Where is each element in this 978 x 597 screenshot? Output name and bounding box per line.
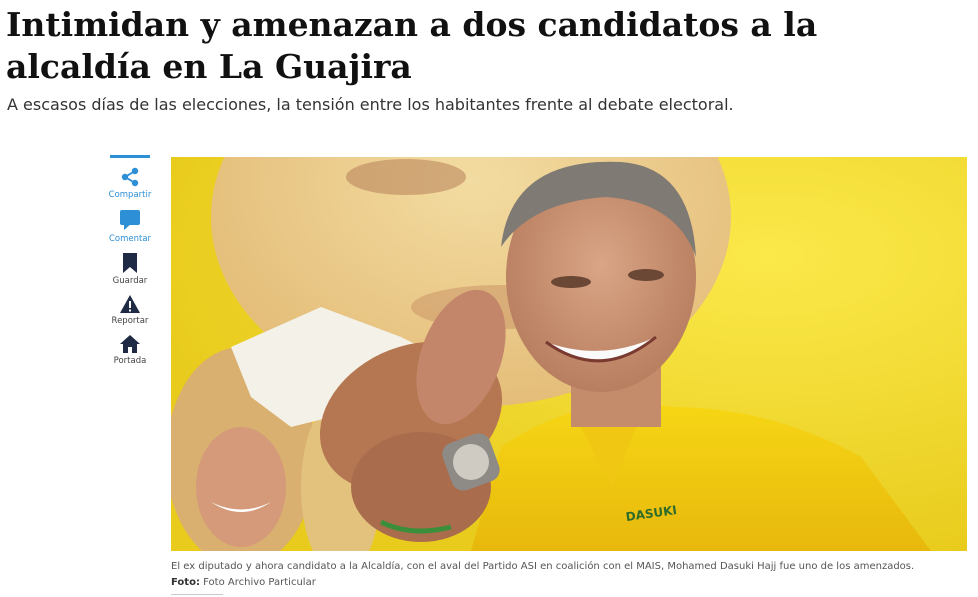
home-label: Portada [113,356,147,366]
comment-icon [120,210,140,230]
comment-button[interactable]: Comentar [108,208,152,244]
share-button[interactable]: Compartir [108,166,152,200]
article-photo: DASUKI [171,157,967,551]
save-label: Guardar [112,276,148,286]
photo-caption: El ex diputado y ahora candidato a la Al… [171,559,971,591]
warning-icon [120,295,140,313]
bookmark-icon [123,253,137,273]
share-icon [121,167,139,187]
home-icon [120,335,140,353]
credit-label: Foto: [171,577,200,588]
home-button[interactable]: Portada [110,334,150,366]
save-button[interactable]: Guardar [110,252,150,286]
share-label: Compartir [108,190,152,200]
article-headline: Intimidan y amenazan a dos candidatos a … [6,5,818,86]
comment-label: Comentar [108,234,152,244]
caption-divider [171,594,223,595]
report-label: Reportar [111,316,149,326]
caption-text: El ex diputado y ahora candidato a la Al… [171,561,915,572]
article-subtitle: A escasos días de las elecciones, la ten… [7,95,734,114]
report-button[interactable]: Reportar [110,294,150,326]
credit-value: Foto Archivo Particular [203,577,316,588]
photo-credit: Foto: Foto Archivo Particular [171,575,971,591]
social-share-bar: Compartir Comentar Guardar Reportar Port… [108,155,152,366]
